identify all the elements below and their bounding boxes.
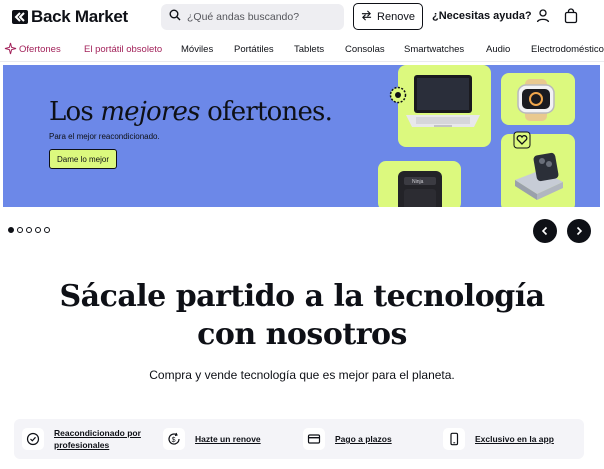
help-link[interactable]: ¿Necesitas ayuda? [432, 10, 532, 22]
feature-label: Reacondicionado por profesionales [54, 428, 141, 450]
smartwatch-product-tile[interactable] [501, 73, 575, 125]
features-bar: Reacondicionado por profesionales $ Hazt… [14, 419, 584, 459]
shopping-bag-icon[interactable] [563, 8, 579, 24]
air-fryer-image: Ninja [398, 171, 442, 207]
badge-heart-icon [513, 131, 531, 149]
feature-pago-plazos[interactable]: Pago a plazos [303, 419, 433, 459]
laptop-product-tile[interactable] [398, 65, 491, 147]
chevron-left-icon [540, 224, 550, 239]
carousel-dot[interactable] [44, 227, 50, 233]
renove-money-icon: $ [163, 428, 185, 450]
nav-item-electrodomesticos[interactable]: Electrodomésticos [531, 44, 604, 55]
renove-button[interactable]: Renove [353, 3, 423, 30]
feature-label: Exclusivo en la app [475, 434, 554, 444]
fryer-brand-text: Ninja [412, 179, 424, 185]
credit-card-icon [303, 428, 325, 450]
main-headline: Sácale partido a la tecnología con nosot… [0, 278, 604, 354]
carousel-dot[interactable] [17, 227, 23, 233]
phone-icon [443, 428, 465, 450]
sparkle-icon [4, 42, 17, 55]
swap-arrows-icon [361, 10, 372, 24]
carousel-next-button[interactable] [567, 219, 591, 243]
feature-label: Hazte un renove [195, 434, 261, 444]
feature-app[interactable]: Exclusivo en la app [443, 419, 581, 459]
nav-item-smartwatches[interactable]: Smartwatches [404, 44, 464, 55]
search-icon [169, 8, 181, 26]
carousel-dot[interactable] [35, 227, 41, 233]
site-header: Back Market Renove ¿Necesitas ayuda? [0, 0, 604, 34]
chevron-right-icon [574, 224, 584, 239]
carousel-dot[interactable] [8, 227, 14, 233]
carousel-dot[interactable] [26, 227, 32, 233]
feature-label: Pago a plazos [335, 434, 392, 444]
search-input[interactable] [187, 11, 337, 23]
badge-sun-icon [389, 86, 407, 104]
smartwatch-image [517, 79, 555, 121]
nav-item-moviles[interactable]: Móviles [181, 44, 213, 55]
search-bar[interactable] [161, 4, 344, 30]
hero-cta-button[interactable]: Dame lo mejor [49, 149, 117, 169]
check-badge-icon [22, 428, 44, 450]
renove-label: Renove [377, 10, 415, 23]
feature-reacondicionado[interactable]: Reacondicionado por profesionales [22, 419, 162, 459]
carousel-prev-button[interactable] [533, 219, 557, 243]
nav-item-audio[interactable]: Audio [486, 44, 510, 55]
nav-item-portatiles[interactable]: Portátiles [234, 44, 274, 55]
nav-item-portatil-obsoleto[interactable]: El portátil obsoleto [84, 44, 162, 55]
hero-banner[interactable]: Los mejores ofertones. Para el mejor rea… [3, 65, 600, 207]
back-market-logo[interactable]: Back Market [12, 7, 128, 27]
laptop-image [406, 75, 480, 127]
nav-item-tablets[interactable]: Tablets [294, 44, 324, 55]
hero-subtitle: Para el mejor reacondicionado. [49, 132, 160, 141]
main-tagline: Compra y vende tecnología que es mejor p… [149, 368, 455, 382]
nav-item-consolas[interactable]: Consolas [345, 44, 385, 55]
feature-renove[interactable]: $ Hazte un renove [163, 419, 293, 459]
logo-text: Back Market [31, 7, 128, 26]
headline-line-2: con nosotros [197, 317, 407, 352]
carousel-dots [8, 227, 50, 233]
user-account-icon[interactable] [535, 8, 551, 24]
svg-text:$: $ [172, 437, 176, 444]
nav-item-ofertones[interactable]: Ofertones [19, 44, 61, 55]
headline-line-1: Sácale partido a la tecnología [59, 279, 545, 314]
air-fryer-product-tile[interactable]: Ninja [378, 161, 461, 207]
back-market-logo-icon [12, 9, 28, 25]
category-nav: Ofertones El portátil obsoleto Móviles P… [0, 36, 604, 62]
hero-title: Los mejores ofertones. [49, 97, 333, 127]
